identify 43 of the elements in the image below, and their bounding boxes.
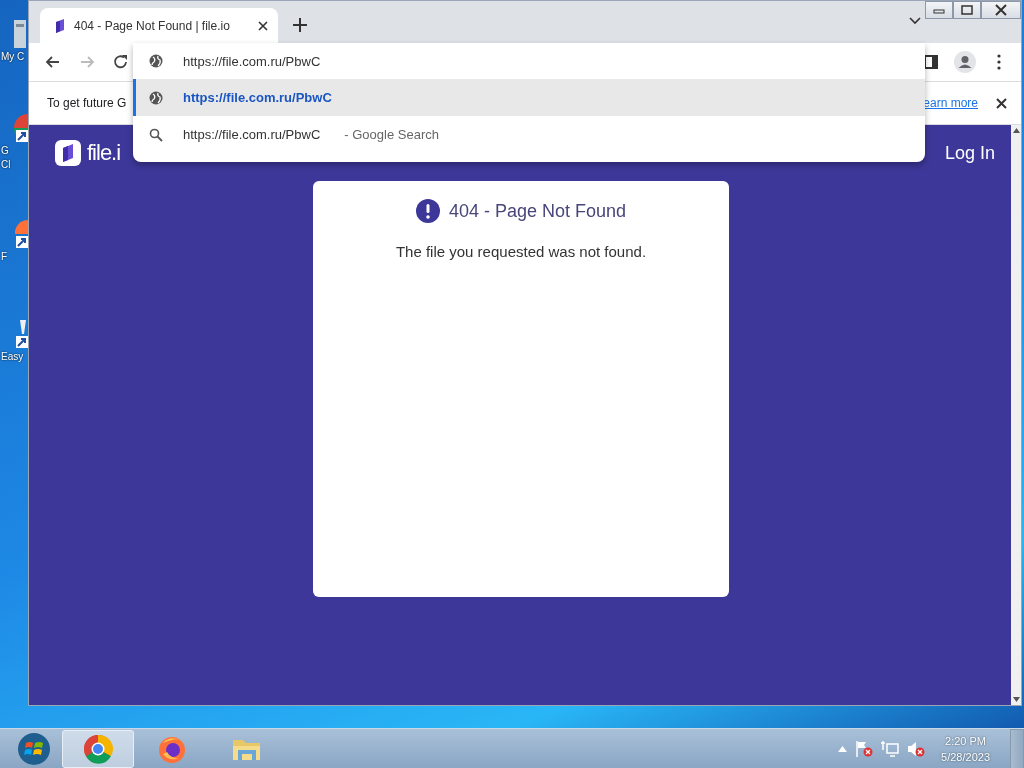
desktop-icon-label[interactable]: My C bbox=[0, 50, 25, 64]
close-icon[interactable] bbox=[258, 20, 268, 31]
suggestion-item[interactable]: https://file.com.ru/PbwC - Google Search bbox=[133, 116, 925, 153]
new-tab-icon[interactable] bbox=[293, 18, 307, 32]
scrollbar[interactable] bbox=[1011, 125, 1021, 705]
scroll-up-icon[interactable] bbox=[1012, 128, 1020, 133]
close-icon[interactable] bbox=[996, 97, 1007, 109]
desktop-icon-label[interactable]: F bbox=[0, 250, 8, 264]
maximize-icon bbox=[960, 4, 974, 16]
site-logo-text[interactable]: file.i bbox=[87, 140, 121, 166]
close-icon bbox=[994, 4, 1008, 16]
desktop-icon-label[interactable]: G bbox=[0, 144, 9, 158]
desktop-shortcut-icon[interactable] bbox=[14, 218, 28, 250]
side-panel-icon[interactable] bbox=[924, 55, 938, 69]
infobar-text: To get future G bbox=[47, 96, 127, 110]
close-button[interactable] bbox=[981, 1, 1021, 19]
browser-tab[interactable]: 404 - Page Not Found | file.io bbox=[40, 8, 278, 43]
globe-icon bbox=[149, 54, 163, 68]
tab-list-icon[interactable] bbox=[909, 17, 921, 25]
start-orb-icon[interactable] bbox=[17, 731, 51, 766]
profile-icon[interactable] bbox=[954, 51, 976, 73]
desktop-shortcut-icon[interactable] bbox=[14, 112, 28, 144]
desktop-shortcut-icon[interactable] bbox=[14, 318, 28, 350]
search-icon bbox=[149, 127, 163, 142]
desktop-icon-label[interactable]: Cl bbox=[0, 158, 11, 172]
speaker-muted-icon[interactable] bbox=[907, 739, 926, 758]
globe-icon bbox=[149, 90, 163, 105]
desktop-icon-label[interactable]: Easy bbox=[0, 350, 24, 364]
scroll-down-icon[interactable] bbox=[1012, 697, 1020, 702]
file-logo-icon bbox=[55, 140, 81, 166]
error-message: The file you requested was not found. bbox=[395, 243, 647, 260]
chrome-icon[interactable] bbox=[83, 733, 113, 764]
desktop-shortcut-icon[interactable] bbox=[14, 18, 28, 50]
login-link[interactable]: Log In bbox=[944, 142, 995, 164]
file-logo-icon bbox=[54, 18, 66, 33]
flag-error-icon[interactable] bbox=[855, 739, 874, 758]
back-icon[interactable] bbox=[45, 54, 61, 70]
error-title: 404 - Page Not Found bbox=[448, 200, 627, 222]
suggestion-item[interactable]: https://file.com.ru/PbwC bbox=[133, 79, 925, 116]
reload-icon[interactable] bbox=[113, 54, 129, 70]
menu-icon[interactable] bbox=[997, 54, 1001, 70]
exclamation-icon bbox=[415, 199, 440, 223]
maximize-button[interactable] bbox=[953, 1, 981, 19]
